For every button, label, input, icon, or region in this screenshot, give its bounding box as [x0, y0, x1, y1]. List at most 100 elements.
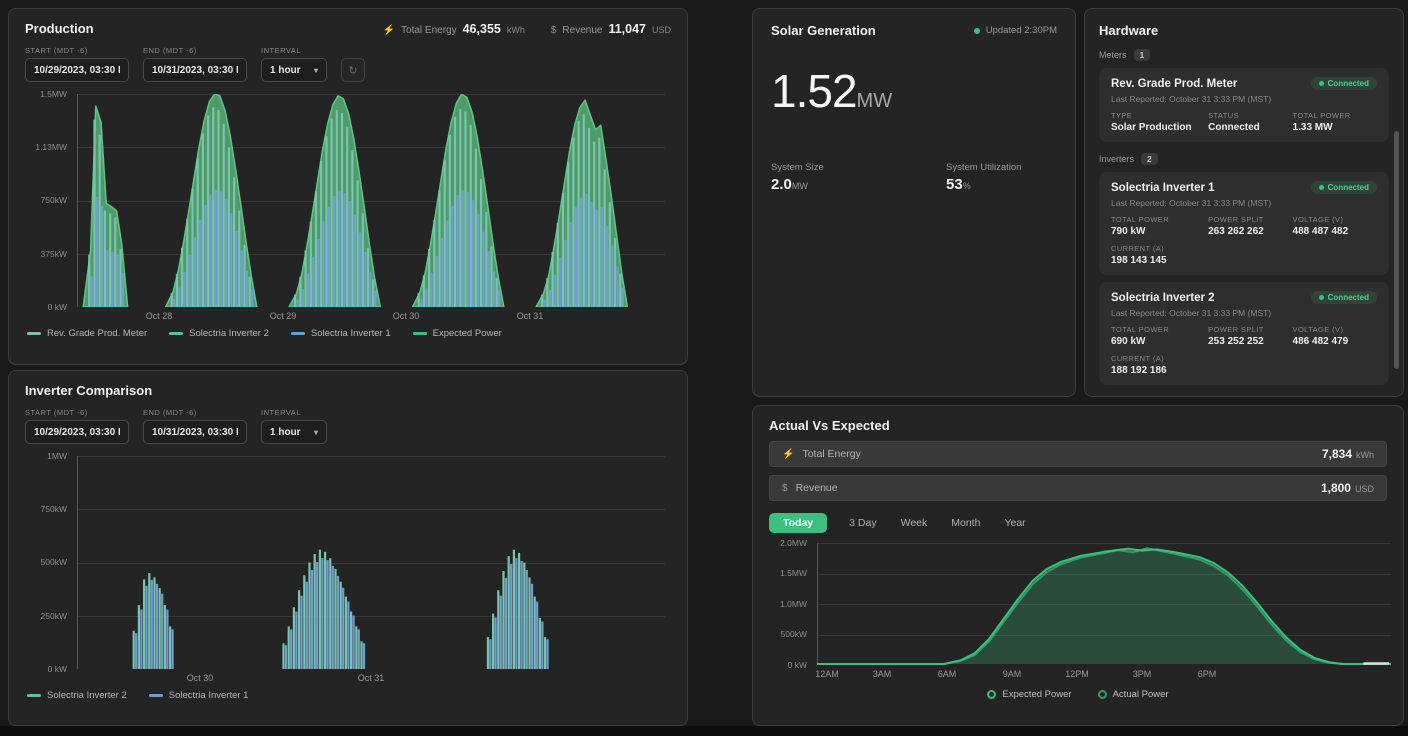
legend-item-expected[interactable]: Expected Power: [413, 328, 502, 339]
tab-today[interactable]: Today: [769, 513, 827, 533]
connected-badge: Connected: [1311, 291, 1377, 304]
y-axis-label: 1.5MW: [40, 89, 67, 99]
system-size-stat: System Size 2.0MW: [771, 162, 946, 193]
x-axis-label: 12AM: [815, 669, 839, 679]
meter-card[interactable]: Rev. Grade Prod. Meter Connected Last Re…: [1099, 68, 1389, 142]
tab-year[interactable]: Year: [1002, 513, 1027, 533]
stat-value: 46,355: [463, 22, 501, 36]
inverter-name: Solectria Inverter 1: [1111, 182, 1215, 194]
y-axis-label: 1MW: [47, 451, 67, 461]
last-reported: Last Reported: October 31 3:33 PM (MST): [1111, 308, 1377, 318]
legend-dash: [169, 332, 183, 335]
end-date-input[interactable]: [143, 58, 247, 82]
inverters-count-badge: 2: [1141, 153, 1158, 165]
inverter-card-2[interactable]: Solectria Inverter 2 Connected Last Repo…: [1099, 282, 1389, 385]
hardware-title: Hardware: [1099, 23, 1389, 38]
status-dot-icon: [974, 28, 980, 34]
production-chart: 1.5MW 1.13MW 750kW 375kW 0 kW Oct 28 Oct…: [25, 94, 671, 323]
y-axis-label: 0 kW: [48, 664, 67, 674]
hardware-panel: Hardware Meters 1 Rev. Grade Prod. Meter…: [1084, 8, 1404, 397]
legend-dash: [27, 332, 41, 335]
legend-item-inverter-2[interactable]: Solectria Inverter 2: [169, 328, 269, 339]
start-date-input[interactable]: [25, 58, 129, 82]
actual-vs-expected-panel: Actual Vs Expected ⚡ Total Energy 7,834 …: [752, 405, 1404, 726]
y-axis-label: 0 kW: [788, 660, 807, 670]
y-axis-label: 750kW: [41, 195, 67, 205]
tab-week[interactable]: Week: [899, 513, 930, 533]
updated-status: Updated 2:30PM: [974, 25, 1057, 36]
x-axis-label: Oct 29: [270, 311, 297, 321]
x-axis-label: 6AM: [938, 669, 957, 679]
actual-vs-expected-title: Actual Vs Expected: [769, 418, 1387, 433]
legend-dash: [413, 332, 427, 335]
dollar-icon: $: [551, 25, 557, 36]
inverter-name: Solectria Inverter 2: [1111, 292, 1215, 304]
legend-item-meter[interactable]: Rev. Grade Prod. Meter: [27, 328, 147, 339]
solar-generation-title: Solar Generation: [771, 23, 876, 38]
production-title: Production: [25, 21, 94, 36]
interval-select[interactable]: 1 hour ▾: [261, 58, 327, 82]
actual-vs-expected-chart: 2.0MW 1.5MW 1.0MW 500kW 0 kW 12AM 3AM 6A…: [769, 543, 1387, 681]
inverter-comparison-plot: [77, 456, 665, 669]
end-date-input[interactable]: [143, 420, 247, 444]
y-axis-label: 500kW: [41, 557, 67, 567]
legend-item-actual-power[interactable]: Actual Power: [1098, 689, 1169, 700]
y-axis-label: 750kW: [41, 504, 67, 514]
current-generation: 1.52MW: [771, 64, 1057, 118]
legend-dash: [291, 332, 305, 335]
interval-label: INTERVAL: [261, 46, 327, 55]
stat-unit: USD: [652, 25, 671, 35]
end-date-label: END (MDT -6): [143, 408, 247, 417]
tab-month[interactable]: Month: [949, 513, 982, 533]
interval-select[interactable]: 1 hour ▾: [261, 420, 327, 444]
chevron-down-icon: ▾: [314, 66, 318, 75]
end-date-label: END (MDT -6): [143, 46, 247, 55]
status-dot-icon: [1319, 185, 1324, 190]
inverter-field-power-split: POWER SPLIT 253 252 252: [1208, 325, 1292, 347]
legend-item-expected-power[interactable]: Expected Power: [987, 689, 1071, 700]
inverter-field-current: CURRENT (A) 198 143 145: [1111, 244, 1208, 266]
y-axis-label: 0 kW: [48, 302, 67, 312]
total-energy-stat: ⚡ Total Energy 46,355 kWh: [383, 22, 525, 36]
last-reported: Last Reported: October 31 3:33 PM (MST): [1111, 198, 1377, 208]
status-dot-icon: [1319, 295, 1324, 300]
stat-label: Revenue: [562, 25, 602, 36]
actual-vs-expected-plot: [817, 543, 1391, 665]
y-axis-label: 375kW: [41, 249, 67, 259]
chevron-down-icon: ▾: [314, 428, 318, 437]
meter-field-status: STATUS Connected: [1208, 111, 1292, 133]
scrollbar-thumb[interactable]: [1394, 131, 1399, 369]
meter-name: Rev. Grade Prod. Meter: [1111, 78, 1237, 90]
production-plot: [77, 94, 665, 307]
legend-item-inverter-1[interactable]: Solectria Inverter 1: [291, 328, 391, 339]
inverter-comparison-title: Inverter Comparison: [25, 383, 152, 398]
current-generation-value: 1.52: [771, 65, 857, 117]
refresh-button[interactable]: ↻: [341, 58, 365, 82]
tab-3-day[interactable]: 3 Day: [847, 513, 878, 533]
x-axis-label: 9AM: [1003, 669, 1022, 679]
connected-badge: Connected: [1311, 181, 1377, 194]
solar-dashboard: Production ⚡ Total Energy 46,355 kWh $ R…: [0, 0, 1408, 736]
y-axis-label: 500kW: [781, 629, 807, 639]
range-tabs: Today 3 Day Week Month Year: [769, 513, 1387, 533]
start-date-input[interactable]: [25, 420, 129, 444]
lightning-icon: ⚡: [782, 449, 794, 460]
meter-field-total-power: TOTAL POWER 1.33 MW: [1293, 111, 1377, 133]
stat-value: 11,047: [608, 22, 646, 36]
last-reported: Last Reported: October 31 3:33 PM (MST): [1111, 94, 1377, 104]
x-axis-label: Oct 28: [146, 311, 173, 321]
y-axis-label: 1.0MW: [780, 599, 807, 609]
legend-item-inverter-2[interactable]: Solectria Inverter 2: [27, 690, 127, 701]
x-axis-label: 3AM: [873, 669, 892, 679]
x-axis-label: Oct 30: [393, 311, 420, 321]
legend-item-inverter-1[interactable]: Solectria Inverter 1: [149, 690, 249, 701]
start-date-label: START (MDT -6): [25, 408, 129, 417]
meter-field-type: TYPE Solar Production: [1111, 111, 1208, 133]
inverter-field-voltage: VOLTAGE (V) 486 482 479: [1293, 325, 1377, 347]
y-axis-label: 1.13MW: [35, 142, 67, 152]
legend-dash: [27, 694, 41, 697]
revenue-stat: $ Revenue 11,047 USD: [551, 22, 671, 36]
inverter-card-1[interactable]: Solectria Inverter 1 Connected Last Repo…: [1099, 172, 1389, 275]
x-axis-label: 6PM: [1198, 669, 1217, 679]
x-axis-label: Oct 31: [358, 673, 385, 683]
